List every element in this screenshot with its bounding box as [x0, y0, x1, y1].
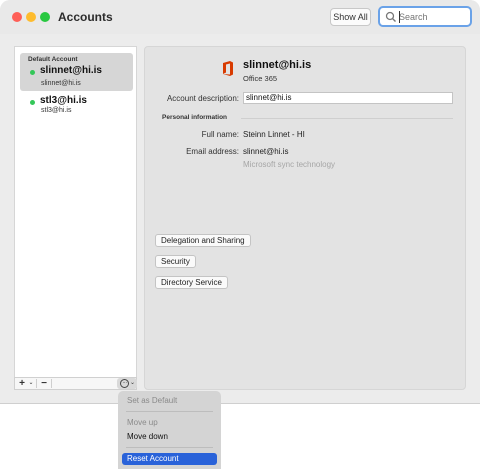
account-list: Default Account slinnet@hi.is slinnet@hi…	[14, 46, 137, 390]
email-address-value: slinnet@hi.is	[243, 147, 289, 156]
chevron-down-icon[interactable]: ⌄	[27, 378, 35, 389]
account-name: stl3@hi.is	[40, 95, 87, 106]
office-logo-icon	[223, 61, 233, 76]
menu-item-set-as-default[interactable]: Set as Default	[122, 395, 217, 407]
text-cursor	[399, 11, 400, 23]
full-name-value: Steinn Linnet - HI	[243, 130, 305, 139]
account-email: stl3@hi.is	[41, 107, 72, 114]
full-name-label: Full name:	[201, 130, 239, 139]
security-button[interactable]: Security	[155, 255, 196, 268]
divider	[36, 379, 37, 388]
menu-separator	[126, 411, 213, 412]
account-list-toolbar: + ⌄ − ··· ⌄	[14, 377, 137, 390]
account-item-slinnet[interactable]: Default Account slinnet@hi.is slinnet@hi…	[20, 53, 133, 91]
chevron-down-icon: ⌄	[130, 380, 136, 386]
directory-service-button[interactable]: Directory Service	[155, 276, 228, 289]
status-online-icon	[30, 100, 35, 105]
minimize-window-button[interactable]	[26, 12, 36, 22]
search-input[interactable]	[399, 10, 469, 24]
email-address-label: Email address:	[186, 147, 239, 156]
search-field[interactable]	[378, 6, 472, 27]
status-online-icon	[30, 70, 35, 75]
account-description-label: Account description:	[166, 94, 239, 103]
sync-technology-note: Microsoft sync technology	[243, 160, 336, 169]
remove-account-button[interactable]: −	[38, 378, 50, 389]
divider	[51, 379, 52, 388]
delegation-sharing-button[interactable]: Delegation and Sharing	[155, 234, 251, 247]
account-header-name: slinnet@hi.is	[243, 59, 312, 71]
menu-item-reset-account[interactable]: Reset Account	[122, 453, 217, 465]
account-item-stl3[interactable]: stl3@hi.is stl3@hi.is	[20, 93, 133, 119]
window-title: Accounts	[58, 10, 113, 24]
menu-item-move-down[interactable]: Move down	[122, 431, 217, 443]
account-detail-pane: slinnet@hi.is Office 365 Account descrip…	[144, 46, 466, 390]
menu-separator	[126, 447, 213, 448]
account-name: slinnet@hi.is	[40, 65, 102, 76]
more-icon: ···	[120, 379, 129, 388]
action-menu-button[interactable]: ··· ⌄	[117, 378, 137, 389]
account-email: slinnet@hi.is	[41, 80, 81, 87]
default-account-label: Default Account	[28, 56, 78, 63]
show-all-button[interactable]: Show All	[330, 8, 371, 26]
zoom-window-button[interactable]	[40, 12, 50, 22]
accounts-window: Accounts Show All Default Account slinne…	[0, 0, 480, 404]
menu-item-move-up[interactable]: Move up	[122, 417, 217, 429]
account-description-field[interactable]: slinnet@hi.is	[243, 92, 453, 104]
action-context-menu: Set as Default Move up Move down Reset A…	[118, 391, 221, 469]
title-bar: Accounts Show All	[0, 0, 480, 34]
personal-info-heading: Personal information	[162, 114, 228, 121]
section-divider	[241, 118, 453, 119]
account-type: Office 365	[243, 74, 278, 83]
close-window-button[interactable]	[12, 12, 22, 22]
search-icon	[385, 11, 396, 22]
